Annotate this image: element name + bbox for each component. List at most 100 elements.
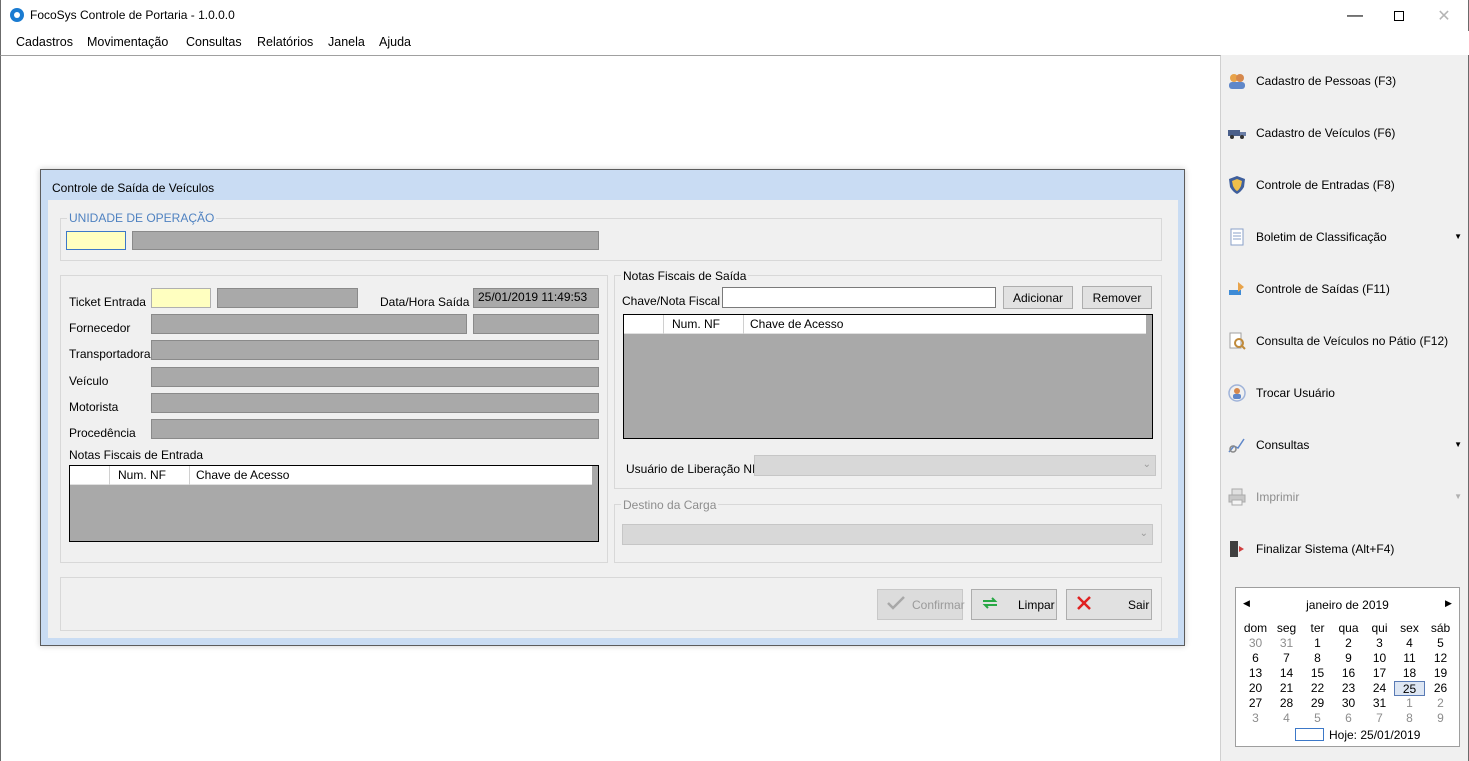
calendar-day[interactable]: 2 (1333, 636, 1364, 651)
calendar-day[interactable]: 20 (1240, 681, 1271, 696)
calendar-day[interactable]: 23 (1333, 681, 1364, 696)
chart-search-icon (1226, 434, 1248, 456)
calendar-day[interactable]: 8 (1394, 711, 1425, 726)
calendar-day[interactable]: 2 (1425, 696, 1456, 711)
shield-icon (1226, 174, 1248, 196)
calendar-day[interactable]: 13 (1240, 666, 1271, 681)
calendar-day[interactable]: 6 (1240, 651, 1271, 666)
calendar-day[interactable]: 7 (1364, 711, 1395, 726)
calendar-day[interactable]: 18 (1394, 666, 1425, 681)
ticket-input[interactable] (151, 288, 211, 308)
destino-legend: Destino da Carga (621, 498, 719, 512)
remover-button[interactable]: Remover (1082, 286, 1152, 309)
sidebar-item-trocar-usuario[interactable]: Trocar Usuário (1226, 378, 1464, 408)
calendar-day[interactable]: 30 (1333, 696, 1364, 711)
user-switch-icon (1226, 382, 1248, 404)
grid-header-cell[interactable]: Num. NF (110, 465, 190, 485)
confirmar-button[interactable]: Confirmar (877, 589, 965, 620)
nf-saida-legend: Notas Fiscais de Saída (621, 269, 749, 283)
calendar-day[interactable]: 7 (1271, 651, 1302, 666)
grid-header-cell[interactable]: Chave de Acesso (190, 466, 289, 485)
calendar-day[interactable]: 22 (1302, 681, 1333, 696)
calendar-day[interactable]: 3 (1240, 711, 1271, 726)
adicionar-button[interactable]: Adicionar (1003, 286, 1073, 309)
calendar-day[interactable]: 26 (1425, 681, 1456, 696)
calendar-day[interactable]: 31 (1364, 696, 1395, 711)
calendar-day[interactable]: 1 (1394, 696, 1425, 711)
calendar-day[interactable]: 11 (1394, 651, 1425, 666)
calendar-day[interactable]: 27 (1240, 696, 1271, 711)
calendar-day[interactable]: 6 (1333, 711, 1364, 726)
calendar-day[interactable]: 31 (1271, 636, 1302, 651)
nf-saida-grid-header: Num. NF Chave de Acesso (624, 314, 1146, 334)
grid-header-cell[interactable]: Chave de Acesso (744, 315, 843, 334)
sidebar-item-consultas[interactable]: Consultas ▼ (1226, 430, 1464, 460)
calendar-day[interactable]: 4 (1271, 711, 1302, 726)
fornecedor-doc-field (473, 314, 599, 334)
calendar-day[interactable]: 15 (1302, 666, 1333, 681)
chave-input[interactable] (722, 287, 996, 308)
today-marker (1295, 728, 1324, 741)
calendar-day[interactable]: 14 (1271, 666, 1302, 681)
datahora-field: 25/01/2019 11:49:53 (473, 288, 599, 308)
sidebar-item-imprimir[interactable]: Imprimir ▼ (1226, 482, 1464, 512)
calendar-day[interactable]: 30 (1240, 636, 1271, 651)
calendar-day[interactable]: 5 (1425, 636, 1456, 651)
calendar-day[interactable]: 9 (1333, 651, 1364, 666)
menu-ajuda[interactable]: Ajuda (379, 35, 411, 49)
sidebar-item-label: Consulta de Veículos no Pátio (F12) (1256, 334, 1449, 348)
close-x-icon (1076, 595, 1092, 614)
calendar-day[interactable]: 28 (1271, 696, 1302, 711)
minimize-button[interactable]: — (1332, 0, 1378, 31)
sidebar-item-boletim[interactable]: Boletim de Classificação ▼ (1226, 222, 1464, 252)
calendar-day[interactable]: 25 (1394, 681, 1425, 696)
grid-header-cell (624, 314, 664, 334)
calendar-day[interactable]: 1 (1302, 636, 1333, 651)
menu-consultas[interactable]: Consultas (186, 35, 242, 49)
destino-select[interactable]: ⌄ (622, 524, 1153, 545)
calendar-day[interactable]: 19 (1425, 666, 1456, 681)
calendar-weekday: dom (1243, 621, 1268, 635)
menu-movimentacao[interactable]: Movimentação (87, 35, 168, 49)
calendar-day[interactable]: 8 (1302, 651, 1333, 666)
sidebar-item-cadastro-veiculos[interactable]: Cadastro de Veículos (F6) (1226, 118, 1464, 148)
calendar-day[interactable]: 4 (1394, 636, 1425, 651)
calendar-day[interactable]: 3 (1364, 636, 1395, 651)
calendar-day[interactable]: 12 (1425, 651, 1456, 666)
menu-relatorios[interactable]: Relatórios (257, 35, 313, 49)
calendar-day[interactable]: 9 (1425, 711, 1456, 726)
calendar-day[interactable]: 5 (1302, 711, 1333, 726)
sidebar-item-finalizar[interactable]: Finalizar Sistema (Alt+F4) (1226, 534, 1464, 564)
today-label[interactable]: Hoje: 25/01/2019 (1329, 728, 1420, 742)
sidebar-item-controle-entradas[interactable]: Controle de Entradas (F8) (1226, 170, 1464, 200)
calendar-day[interactable]: 16 (1333, 666, 1364, 681)
calendar-day[interactable]: 17 (1364, 666, 1395, 681)
sidebar-item-label: Boletim de Classificação (1256, 230, 1387, 244)
calendar-weekday: ter (1310, 621, 1325, 635)
nf-entrada-grid[interactable]: Num. NF Chave de Acesso (69, 465, 599, 542)
grid-header-cell[interactable]: Num. NF (664, 314, 744, 334)
sidebar-item-controle-saidas[interactable]: Controle de Saídas (F11) (1226, 274, 1464, 304)
calendar-month-label[interactable]: janeiro de 2019 (1235, 598, 1460, 612)
close-button[interactable]: ✕ (1421, 0, 1467, 31)
people-icon (1226, 70, 1248, 92)
nf-saida-grid[interactable]: Num. NF Chave de Acesso (623, 314, 1153, 439)
calendar-day[interactable]: 10 (1364, 651, 1395, 666)
menu-cadastros[interactable]: Cadastros (16, 35, 73, 49)
menu-janela[interactable]: Janela (328, 35, 365, 49)
limpar-button[interactable]: Limpar (971, 589, 1057, 620)
sidebar-item-cadastro-pessoas[interactable]: Cadastro de Pessoas (F3) (1226, 66, 1464, 96)
calendar-day[interactable]: 24 (1364, 681, 1395, 696)
close-icon: ✕ (1437, 7, 1451, 25)
calendar-weekday: qui (1371, 621, 1388, 635)
minimize-icon: — (1347, 6, 1363, 24)
maximize-button[interactable] (1376, 0, 1422, 31)
unidade-code-input[interactable] (66, 231, 126, 250)
fornecedor-label: Fornecedor (69, 321, 131, 335)
calendar-day[interactable]: 29 (1302, 696, 1333, 711)
sair-button[interactable]: Sair (1066, 589, 1152, 620)
usuario-liberacao-select[interactable]: ⌄ (754, 455, 1156, 476)
calendar-day[interactable]: 21 (1271, 681, 1302, 696)
sidebar-item-label: Imprimir (1256, 490, 1300, 504)
sidebar-item-consulta-patio[interactable]: Consulta de Veículos no Pátio (F12) (1226, 326, 1464, 356)
